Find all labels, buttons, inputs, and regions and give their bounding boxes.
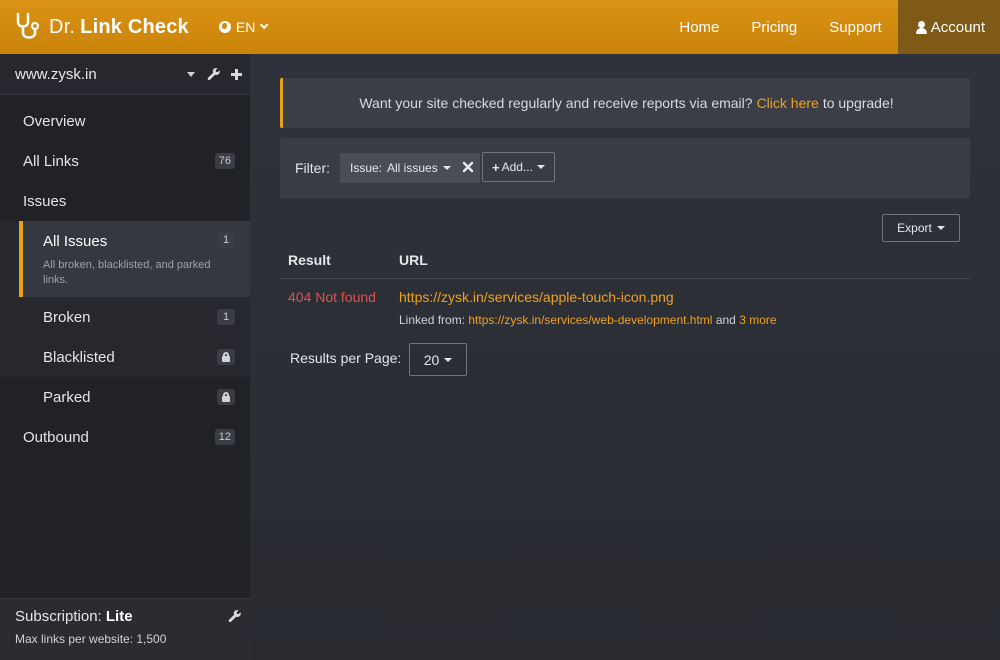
add-filter-label: Add... [501,160,533,174]
linked-from-label: Linked from: [399,313,466,327]
caret-down-icon [442,166,451,170]
table-row: 404 Not found https://zysk.in/services/a… [280,289,970,329]
column-header-url: URL [399,252,428,268]
account-label: Account [930,18,985,36]
top-nav: Home Pricing Support Account [663,0,1000,54]
more-links-link[interactable]: 3 more [739,313,776,327]
sidebar-item-outbound[interactable]: Outbound 12 [0,417,250,457]
brand-logo[interactable]: Dr. Link Check [0,0,189,54]
subscription-title: Subscription: Lite [15,608,235,625]
site-selector: www.zysk.in [0,54,250,95]
issue-filter-chip[interactable]: Issue: All issues [340,153,480,183]
filter-bar: Filter: Issue: All issues + Add... [280,138,970,198]
linked-from: Linked from: https://zysk.in/services/we… [399,313,777,327]
subscription-label: Subscription: [15,608,102,625]
site-name[interactable]: www.zysk.in [15,66,97,83]
count-badge: 1 [217,232,235,248]
language-selector[interactable]: EN [218,19,269,35]
brand-prefix: Dr. [49,15,76,38]
filter-label: Filter: [295,160,330,176]
sidebar-item-parked[interactable]: Parked [0,377,250,417]
sidebar-item-description: All broken, blacklisted, and parked link… [43,259,211,286]
caret-down-icon [536,165,545,169]
results-per-page-value: 20 [423,351,440,368]
sidebar-item-all-links[interactable]: All Links 76 [0,141,250,181]
results-per-page-select[interactable]: 20 [409,343,467,376]
nav-pricing-link[interactable]: Pricing [735,0,813,54]
sidebar: www.zysk.in Overview All Links 76 Issues… [0,54,250,660]
count-badge: 1 [217,309,235,325]
upgrade-banner: Want your site checked regularly and rec… [280,78,970,128]
site-dropdown-icon[interactable] [187,71,195,77]
sidebar-item-label: All Links [23,152,79,170]
nav-account-link[interactable]: Account [897,0,1000,54]
linked-from-and: and [715,313,736,327]
caret-down-icon [936,226,945,230]
language-label: EN [235,19,256,35]
count-badge: 76 [214,153,235,169]
sidebar-item-broken[interactable]: Broken 1 [0,297,250,337]
brand-name: Link Check [80,15,189,38]
subscription-max-links: Max links per website: 1,500 [15,632,167,646]
globe-icon [218,21,231,33]
user-icon [915,20,927,34]
sidebar-item-label: Broken [43,308,91,326]
site-tools [187,67,250,81]
sidebar-item-label: Overview [23,112,86,130]
sidebar-item-label: Outbound [23,428,89,446]
banner-text-after: to upgrade! [822,95,894,111]
lock-icon [217,389,235,405]
top-navbar: Dr. Link Check EN Home Pricing Support A… [0,0,1000,54]
nav-home-link[interactable]: Home [663,0,735,54]
result-status: 404 Not found [288,289,376,305]
sidebar-item-label: Issues [23,192,67,210]
subscription-plan: Lite [105,608,133,625]
results-table-header: Result URL [280,252,970,279]
export-button[interactable]: Export [882,214,960,242]
add-filter-button[interactable]: + Add... [482,152,555,182]
filter-key: Issue: [350,161,383,175]
nav-support-link[interactable]: Support [813,0,898,54]
column-header-result: Result [288,252,331,268]
caret-down-icon [444,357,453,362]
linked-from-link[interactable]: https://zysk.in/services/web-development… [468,313,712,327]
wrench-icon[interactable] [228,609,242,623]
count-badge: 12 [214,429,235,445]
remove-filter-icon[interactable] [462,161,474,173]
stethoscope-icon [16,12,40,39]
subscription-panel: Subscription: Lite Max links per website… [0,598,250,660]
export-label: Export [897,221,932,235]
sidebar-item-blacklisted[interactable]: Blacklisted [0,337,250,377]
add-site-icon[interactable] [231,68,242,80]
filter-value: All issues [387,161,438,175]
sidebar-item-label: Parked [43,388,91,406]
sidebar-item-issues[interactable]: Issues [0,181,250,221]
sidebar-item-all-issues[interactable]: All Issues All broken, blacklisted, and … [19,221,250,297]
sidebar-item-label: Blacklisted [43,348,115,366]
broken-url-link[interactable]: https://zysk.in/services/apple-touch-ico… [399,289,674,305]
lock-icon [217,349,235,365]
chevron-down-icon [260,20,269,30]
wrench-icon[interactable] [207,67,221,81]
results-per-page-label: Results per Page: [290,350,402,366]
plus-icon: + [492,159,500,175]
main-content: Want your site checked regularly and rec… [250,54,1000,660]
banner-text: Want your site checked regularly and rec… [359,95,753,111]
sidebar-item-overview[interactable]: Overview [0,101,250,141]
upgrade-link[interactable]: Click here [757,95,819,111]
